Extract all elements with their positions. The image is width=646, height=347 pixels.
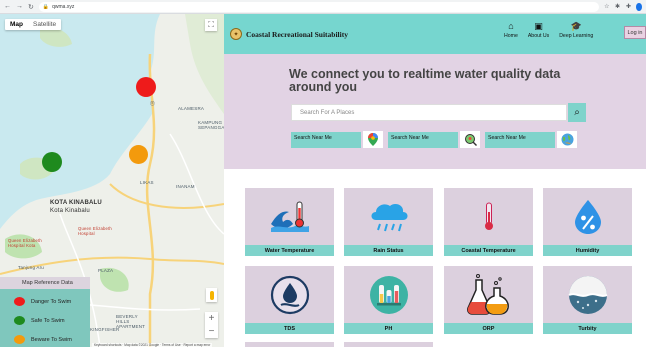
test-tube-icon	[369, 275, 408, 314]
thermometer-icon	[484, 202, 493, 230]
place-search-input[interactable]: Search For A Places	[291, 104, 567, 121]
extension-icon[interactable]: ✱	[615, 3, 621, 10]
map-label-inanam: INANAM	[176, 184, 195, 189]
turbidity-icon	[568, 275, 607, 314]
zoom-in-button[interactable]: +	[205, 312, 218, 325]
parameter-cards: Water Temperature Rain Status Coastal Te…	[224, 169, 646, 347]
login-button[interactable]: Log in	[624, 26, 646, 39]
search-near-me-2: Search Near Me	[388, 131, 480, 148]
nav-about-us[interactable]: ▣ About Us	[528, 21, 549, 40]
map-tab-map[interactable]: Map	[5, 19, 28, 30]
marker-safe[interactable]	[42, 152, 62, 172]
orange-dot-icon	[14, 335, 25, 344]
google-maps-icon[interactable]	[363, 131, 383, 148]
profile-avatar[interactable]	[636, 2, 642, 11]
legend-item-safe: Safe To Swim	[14, 311, 90, 330]
map-label-beverly: BEVERLY HILLS APARTMENT	[116, 314, 146, 329]
map-label-likas: LIKAS	[140, 180, 154, 185]
legend-item-danger: Danger To Swim	[14, 292, 90, 311]
water-temperature-icon	[270, 201, 309, 232]
puzzle-icon[interactable]: ✚	[625, 3, 631, 10]
card-humidity[interactable]: Humidity	[543, 188, 632, 256]
forward-icon[interactable]: →	[16, 3, 23, 10]
lock-icon: 🔒	[42, 3, 50, 10]
marker-beware[interactable]	[129, 145, 148, 164]
map-pin-icon[interactable]: ⌾	[150, 99, 157, 108]
address-bar[interactable]: 🔒 qwma.xyz	[38, 1, 599, 12]
zoom-control: + −	[205, 312, 218, 338]
location-search-icon[interactable]	[460, 131, 480, 148]
search-near-me-1: Search Near Me	[291, 131, 383, 148]
marker-danger[interactable]	[136, 77, 156, 97]
globe-icon[interactable]	[557, 131, 577, 148]
map-label-kingfisher: KINGFISHER	[90, 327, 120, 332]
card-tds[interactable]: TDS	[245, 266, 334, 334]
nav-home[interactable]: ⌂ Home	[504, 21, 518, 40]
legend-item-beware: Beware To Swim	[14, 330, 90, 347]
star-icon[interactable]: ☆	[604, 3, 610, 10]
card-water-temperature[interactable]: Water Temperature	[245, 188, 334, 256]
red-dot-icon	[14, 297, 25, 306]
map-type-control: Map Satellite	[5, 19, 62, 30]
card-coastal-temperature[interactable]: Coastal Temperature	[444, 188, 533, 256]
document-icon: ▣	[534, 21, 543, 31]
browser-toolbar: ← → ↻ 🔒 qwma.xyz ☆ ✱ ✚	[0, 0, 646, 14]
brand-title[interactable]: Coastal Recreational Suitability	[246, 30, 348, 39]
rain-cloud-icon	[371, 203, 407, 231]
map-label-hospital: Queen Elizabeth Hospital	[78, 226, 112, 236]
card-orp[interactable]: ORP	[444, 266, 533, 334]
card-turbity[interactable]: Turbity	[543, 266, 632, 334]
nav-deep-learning[interactable]: 🎓 Deep Learning	[559, 21, 593, 40]
map-label-hospital-2: Queen Elizabeth Hospital Kota	[8, 238, 42, 248]
humidity-icon	[574, 199, 601, 234]
search-near-me-3: Search Near Me	[485, 131, 577, 148]
zoom-out-button[interactable]: −	[205, 325, 218, 338]
map-label-tanjung: Tanjung Aru	[18, 265, 44, 270]
search-near-me-button-2[interactable]: Search Near Me	[388, 131, 458, 148]
address-text: qwma.xyz	[52, 3, 75, 10]
map-label-city-local: Kota Kinabalu	[50, 208, 90, 214]
map-label-alamesra: ALAMESRA	[178, 106, 205, 111]
card-partial-2	[344, 342, 433, 347]
back-icon[interactable]: ←	[4, 3, 11, 10]
card-rain-status[interactable]: Rain Status	[344, 188, 433, 256]
home-icon: ⌂	[508, 21, 514, 31]
map-label-plaza: PLAZA	[98, 268, 114, 273]
street-view-pegman-icon[interactable]	[206, 288, 217, 302]
legend-title: Map Reference Data	[0, 277, 90, 289]
map-tab-satellite[interactable]: Satellite	[28, 19, 61, 30]
hero-title: We connect you to realtime water quality…	[289, 67, 561, 94]
graduation-cap-icon: 🎓	[570, 21, 582, 31]
search-near-me-button-1[interactable]: Search Near Me	[291, 131, 361, 148]
reload-icon[interactable]: ↻	[28, 3, 34, 11]
green-dot-icon	[14, 316, 25, 325]
map-legend: Map Reference Data Danger To Swim Safe T…	[0, 277, 90, 347]
top-navbar: ✦ Coastal Recreational Suitability ⌂ Hom…	[224, 14, 646, 54]
flask-icon	[466, 273, 509, 315]
search-icon[interactable]: ⌕	[568, 103, 586, 122]
card-partial-1	[245, 342, 334, 347]
card-ph[interactable]: PH	[344, 266, 433, 334]
map-label-kampung: KAMPUNG SEPANGGAR	[198, 120, 224, 130]
map-attribution: Keyboard shortcuts · Map data ©2021 Goog…	[92, 343, 213, 347]
brand-logo-icon[interactable]: ✦	[230, 28, 242, 40]
map-label-city: KOTA KINABALU	[50, 200, 102, 206]
fullscreen-icon[interactable]: ⛶	[205, 19, 217, 31]
water-drop-icon	[270, 275, 309, 314]
search-near-me-button-3[interactable]: Search Near Me	[485, 131, 555, 148]
hero-section: We connect you to realtime water quality…	[224, 54, 646, 169]
